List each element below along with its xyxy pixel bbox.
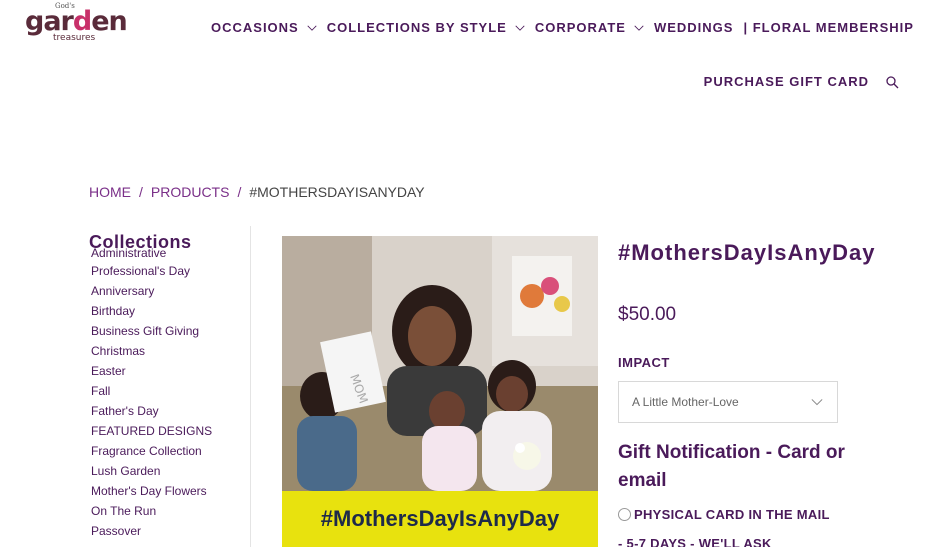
radio-option-physical-card[interactable]: PHYSICAL CARD IN THE MAIL - 5-7 DAYS - W… [618, 500, 838, 547]
impact-select-value: A Little Mother-Love [632, 395, 739, 409]
chevron-down-icon [515, 25, 525, 31]
nav-occasions-label: OCCASIONS [211, 20, 299, 35]
nav-collections-by-style[interactable]: COLLECTIONS BY STYLE [327, 20, 535, 35]
collections-sidebar: Collections Administrative Professional'… [89, 232, 251, 541]
breadcrumb: HOME / PRODUCTS / #MOTHERSDAYISANYDAY [89, 184, 425, 200]
breadcrumb-separator: / [139, 184, 143, 200]
nav-purchase-gift-card[interactable]: PURCHASE GIFT CARD [704, 74, 869, 89]
nav-weddings[interactable]: WEDDINGS [654, 20, 734, 35]
product-image[interactable]: MOM #MothersDayIsAnyDay [282, 236, 598, 547]
breadcrumb-products[interactable]: PRODUCTS [151, 184, 230, 200]
nav-collections-label: COLLECTIONS BY STYLE [326, 20, 507, 35]
sidebar-divider [250, 226, 251, 547]
logo-sub-text: treasures [53, 33, 96, 43]
impact-label: IMPACT [618, 355, 670, 370]
breadcrumb-home[interactable]: HOME [89, 184, 131, 200]
impact-select[interactable]: A Little Mother-Love [618, 381, 838, 423]
sidebar-item-anniversary[interactable]: Anniversary [91, 281, 251, 301]
breadcrumb-separator: / [237, 184, 242, 200]
breadcrumb-current: #MOTHERSDAYISANYDAY [249, 184, 425, 200]
product-price: $50.00 [618, 304, 677, 325]
sidebar-item-birthday[interactable]: Birthday [91, 301, 251, 321]
gift-notification-heading: Gift Notification - Card or email [618, 442, 845, 491]
product-title: #MothersDayIsAnyDay [618, 240, 876, 265]
main-nav: OCCASIONS COLLECTIONS BY STYLE CORPORATE… [211, 20, 914, 35]
logo-wordmark: garden [25, 6, 128, 37]
secondary-nav: PURCHASE GIFT CARD [704, 74, 899, 89]
sidebar-item-passover[interactable]: Passover [91, 521, 251, 541]
nav-corporate[interactable]: CORPORATE [535, 20, 654, 35]
sidebar-item-fragrance-collection[interactable]: Fragrance Collection [91, 441, 251, 461]
sidebar-item-featured-designs[interactable]: FEATURED DESIGNS [91, 421, 251, 441]
nav-occasions[interactable]: OCCASIONS [211, 20, 327, 35]
sidebar-item-fathers-day[interactable]: Father's Day [91, 401, 251, 421]
sidebar-item-administrative[interactable]: Administrative [91, 243, 166, 263]
product-image-banner-text: #MothersDayIsAnyDay [320, 506, 560, 531]
nav-floral-membership[interactable]: | FLORAL MEMBERSHIP [743, 20, 913, 35]
sidebar-item-business-gift-giving[interactable]: Business Gift Giving [91, 321, 251, 341]
product-image-banner: #MothersDayIsAnyDay [282, 491, 598, 547]
chevron-down-icon [811, 399, 823, 406]
logo[interactable]: God's garden treasures [25, 2, 128, 44]
sidebar-item-fall[interactable]: Fall [91, 381, 251, 401]
sidebar-item-on-the-run[interactable]: On The Run [91, 501, 251, 521]
radio-button[interactable] [618, 508, 631, 521]
sidebar-item-christmas[interactable]: Christmas [91, 341, 251, 361]
search-icon[interactable] [885, 75, 899, 89]
sidebar-item-professionals-day[interactable]: Professional's Day [91, 261, 251, 281]
collections-list: Administrative Professional's Day Annive… [89, 246, 251, 541]
sidebar-item-mothers-day-flowers[interactable]: Mother's Day Flowers [91, 481, 251, 501]
chevron-down-icon [634, 25, 644, 31]
sidebar-item-lush-garden[interactable]: Lush Garden [91, 461, 251, 481]
nav-corporate-label: CORPORATE [534, 20, 626, 35]
chevron-down-icon [307, 25, 317, 31]
radio-option-label: PHYSICAL CARD IN THE MAIL - 5-7 DAYS - W… [618, 507, 830, 547]
sidebar-item-easter[interactable]: Easter [91, 361, 251, 381]
